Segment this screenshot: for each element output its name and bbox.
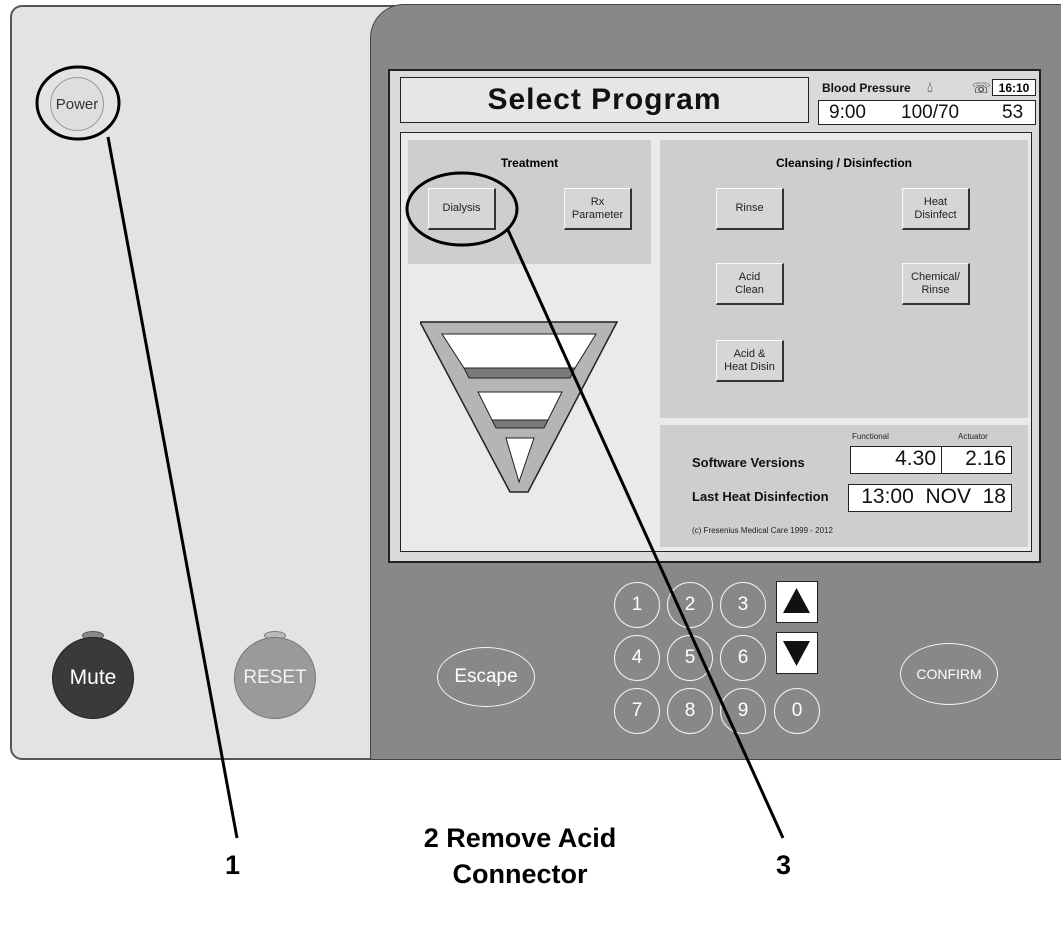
- arrow-up-button[interactable]: [776, 581, 818, 623]
- dialysis-button[interactable]: Dialysis: [428, 188, 496, 230]
- rx-parameter-button[interactable]: Rx Parameter: [564, 188, 632, 230]
- blood-pressure-label: Blood Pressure: [822, 81, 911, 95]
- key-5[interactable]: 5: [667, 635, 713, 681]
- chemical-rinse-button[interactable]: Chemical/ Rinse: [902, 263, 970, 305]
- power-button[interactable]: Power: [50, 77, 104, 131]
- key-1[interactable]: 1: [614, 582, 660, 628]
- key-4[interactable]: 4: [614, 635, 660, 681]
- arrow-down-icon: [783, 641, 810, 666]
- last-heat-disinfection-value: 13:00 NOV 18: [848, 484, 1012, 512]
- callout-3: 3: [776, 850, 792, 880]
- key-2[interactable]: 2: [667, 582, 713, 628]
- callout-2-line-2: Connector: [452, 859, 588, 889]
- mute-button[interactable]: Mute: [52, 637, 134, 719]
- cleansing-title: Cleansing / Disinfection: [775, 156, 913, 170]
- key-8[interactable]: 8: [667, 688, 713, 734]
- key-6[interactable]: 6: [720, 635, 766, 681]
- key-0[interactable]: 0: [774, 688, 820, 734]
- treatment-title: Treatment: [500, 156, 559, 170]
- software-versions-label: Software Versions: [692, 455, 805, 470]
- key-7[interactable]: 7: [614, 688, 660, 734]
- last-heat-disinfection-label: Last Heat Disinfection: [692, 489, 829, 504]
- bp-time: 9:00: [829, 102, 866, 123]
- arrow-down-button[interactable]: [776, 632, 818, 674]
- callout-1: 1: [225, 850, 241, 880]
- callout-2: 2 Remove Acid Connector: [330, 820, 710, 892]
- rinse-button[interactable]: Rinse: [716, 188, 784, 230]
- confirm-button[interactable]: CONFIRM: [900, 643, 998, 705]
- copyright-text: (c) Fresenius Medical Care 1999 - 2012: [692, 526, 833, 535]
- callout-2-line-1: 2 Remove Acid: [423, 823, 617, 853]
- acid-clean-button[interactable]: Acid Clean: [716, 263, 784, 305]
- reset-button[interactable]: RESET: [234, 637, 316, 719]
- heat-disinfect-button[interactable]: Heat Disinfect: [902, 188, 970, 230]
- blood-pressure-readout: 9:00 100/70 53: [818, 100, 1036, 125]
- drop-icon: 💧︎: [927, 79, 934, 96]
- functional-version: 4.30: [850, 446, 942, 474]
- key-9[interactable]: 9: [720, 688, 766, 734]
- phone-icon: ☏: [972, 80, 991, 97]
- acid-heat-disin-button[interactable]: Acid & Heat Disin: [716, 340, 784, 382]
- actuator-version: 2.16: [942, 446, 1012, 474]
- functional-label: Functional: [852, 432, 889, 441]
- funnel-graphic: [420, 321, 619, 493]
- actuator-label: Actuator: [958, 432, 988, 441]
- screen-title: Select Program: [400, 77, 809, 123]
- bp-value: 100/70: [901, 102, 960, 123]
- escape-button[interactable]: Escape: [437, 647, 535, 707]
- arrow-up-icon: [783, 588, 810, 613]
- pulse-value: 53: [1002, 102, 1024, 123]
- clock-display: 16:10: [992, 79, 1036, 96]
- key-3[interactable]: 3: [720, 582, 766, 628]
